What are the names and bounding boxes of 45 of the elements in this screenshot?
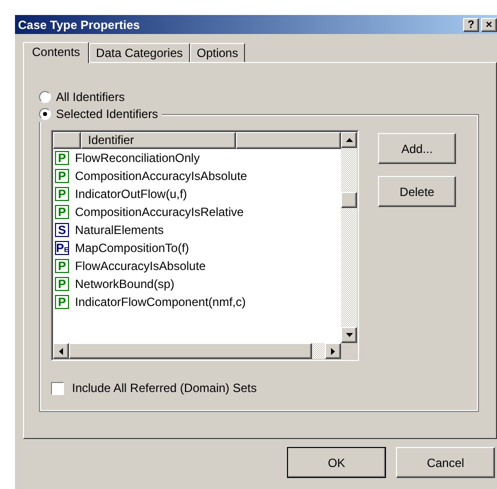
radio-button[interactable] bbox=[39, 91, 51, 103]
identifier-item[interactable]: CompositionAccuracyIsAbsolute bbox=[75, 169, 248, 183]
identifier-list[interactable] bbox=[51, 130, 359, 361]
identifier-item[interactable]: FlowReconciliationOnly bbox=[75, 151, 200, 165]
scroll-down-icon bbox=[346, 333, 352, 337]
tab[interactable]: Options bbox=[190, 43, 246, 62]
type-marker: P bbox=[55, 277, 69, 291]
type-marker: P bbox=[55, 169, 69, 183]
scroll-right-icon bbox=[331, 348, 335, 354]
type-marker: P bbox=[55, 205, 69, 219]
radio-label[interactable]: All Identifiers bbox=[56, 90, 125, 104]
identifier-item[interactable]: IndicatorFlowComponent(nmf,c) bbox=[75, 295, 246, 309]
type-marker: P bbox=[55, 259, 69, 273]
add-button[interactable]: Add... bbox=[378, 133, 456, 164]
scroll-thumb[interactable] bbox=[69, 343, 312, 359]
type-marker: S bbox=[55, 223, 69, 237]
checkbox-label[interactable]: Include All Referred (Domain) Sets bbox=[72, 381, 257, 395]
scroll-left-icon bbox=[59, 348, 63, 354]
type-marker: P bbox=[55, 295, 69, 309]
scrollbar-corner bbox=[341, 343, 357, 359]
radio-button[interactable] bbox=[39, 108, 51, 120]
help-button[interactable]: ? bbox=[463, 18, 479, 32]
close-button[interactable]: × bbox=[481, 18, 497, 32]
tab[interactable]: Contents bbox=[23, 42, 90, 63]
tab[interactable]: Data Categories bbox=[89, 43, 190, 62]
identifier-item[interactable]: CompositionAccuracyIsRelative bbox=[75, 205, 244, 219]
type-marker: P bbox=[55, 187, 69, 201]
delete-button[interactable]: Delete bbox=[378, 176, 456, 207]
checkbox[interactable] bbox=[51, 382, 64, 394]
ok-button[interactable]: OK bbox=[287, 447, 386, 478]
identifier-item[interactable]: IndicatorOutFlow(u,f) bbox=[75, 187, 188, 201]
column-header[interactable]: Identifier bbox=[81, 132, 236, 149]
identifier-item[interactable]: NetworkBound(sp) bbox=[75, 277, 174, 291]
cancel-button[interactable]: Cancel bbox=[396, 447, 495, 478]
scroll-up-icon bbox=[346, 138, 352, 142]
identifier-item[interactable]: FlowAccuracyIsAbsolute bbox=[75, 259, 206, 273]
vertical-scrollbar[interactable] bbox=[341, 132, 357, 343]
column-header[interactable] bbox=[53, 132, 81, 149]
type-marker: P bbox=[55, 151, 69, 165]
identifier-item[interactable]: NaturalElements bbox=[75, 223, 164, 237]
identifier-item[interactable]: MapCompositionTo(f) bbox=[75, 241, 190, 255]
scroll-thumb[interactable] bbox=[341, 192, 357, 208]
column-header[interactable] bbox=[236, 132, 341, 149]
window-title: Case Type Properties bbox=[18, 18, 141, 32]
horizontal-scrollbar[interactable] bbox=[53, 343, 341, 359]
